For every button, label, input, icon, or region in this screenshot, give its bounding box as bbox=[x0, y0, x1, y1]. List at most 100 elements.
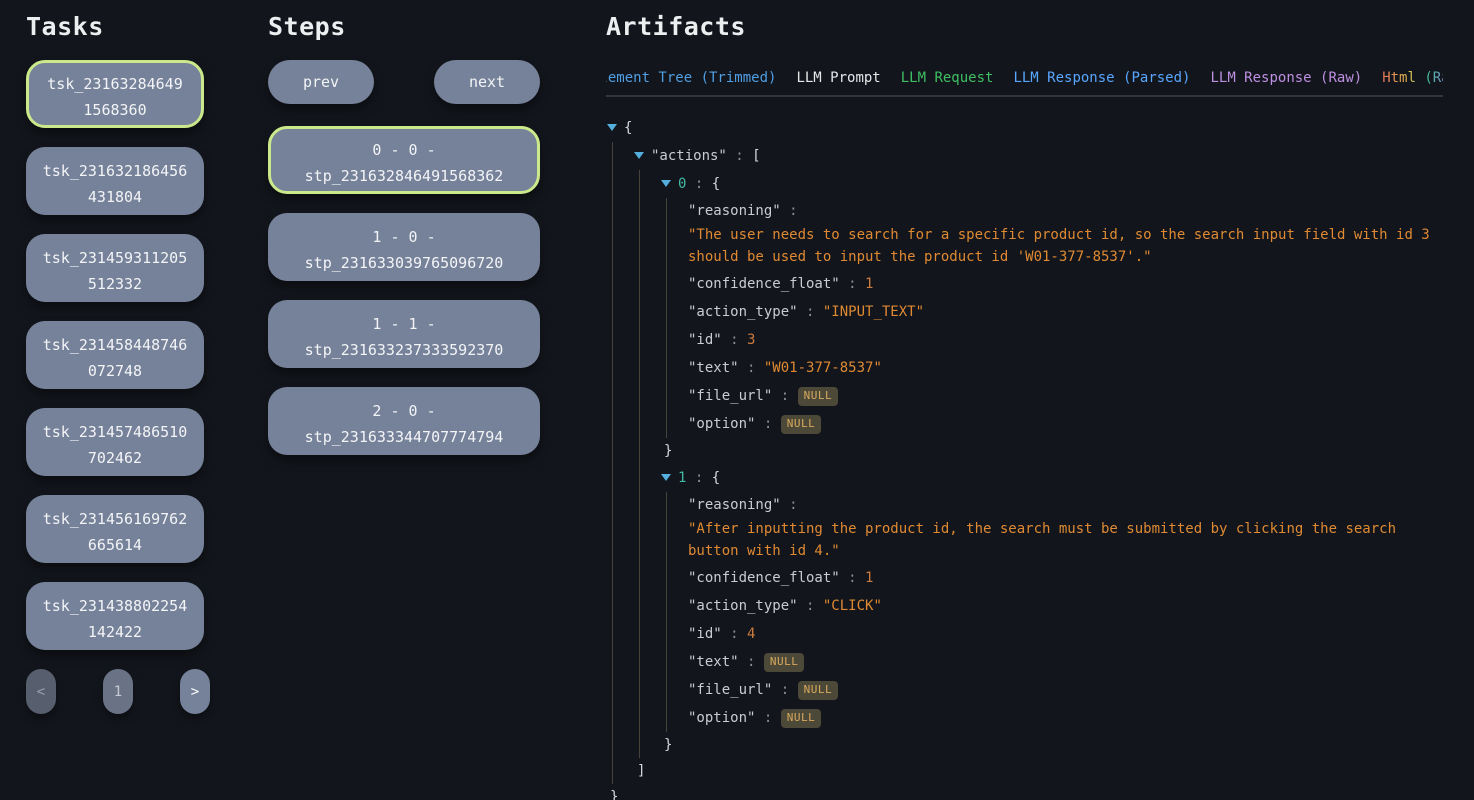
indent-guide bbox=[666, 518, 667, 564]
tasks-next-page-button[interactable]: > bbox=[180, 669, 210, 714]
indent-guide bbox=[639, 224, 640, 270]
step-button[interactable]: 0 - 0 -stp_231632846491568362 bbox=[268, 126, 540, 194]
json-colon: : bbox=[727, 148, 752, 164]
json-null-badge: NULL bbox=[798, 387, 839, 406]
task-id-line: 1568360 bbox=[29, 97, 201, 123]
step-id-line: 1 - 0 - bbox=[271, 224, 537, 250]
indent-guide bbox=[612, 464, 613, 492]
step-button[interactable]: 2 - 0 -stp_231633344707774794 bbox=[268, 387, 540, 455]
task-id-line: 142422 bbox=[29, 619, 201, 645]
task-id-line: tsk_231632186456 bbox=[29, 158, 201, 184]
indent-guide bbox=[612, 438, 613, 464]
json-colon: : bbox=[686, 176, 711, 192]
indent-guide bbox=[612, 676, 613, 704]
task-id-line: 431804 bbox=[29, 184, 201, 210]
json-row: "After inputting the product id, the sea… bbox=[606, 518, 1438, 564]
steps-prev-button[interactable]: prev bbox=[268, 60, 374, 104]
json-brace: } bbox=[664, 443, 672, 459]
json-row: "text" : "W01-377-8537" bbox=[606, 354, 1443, 382]
json-value-number: 1 bbox=[865, 570, 873, 586]
indent-guide bbox=[666, 382, 667, 410]
step-id-line: 1 - 1 - bbox=[271, 311, 537, 337]
task-button[interactable]: tsk_231457486510702462 bbox=[26, 408, 204, 476]
json-row: "actions" : [ bbox=[606, 142, 1443, 170]
step-id-line: 0 - 0 - bbox=[271, 137, 537, 163]
indent-guide bbox=[666, 270, 667, 298]
indent-guide bbox=[639, 704, 640, 732]
step-list: 0 - 0 -stp_2316328464915683621 - 0 -stp_… bbox=[268, 126, 540, 455]
step-button[interactable]: 1 - 0 -stp_231633039765096720 bbox=[268, 213, 540, 281]
indent-guide bbox=[666, 564, 667, 592]
json-row: "reasoning" : bbox=[606, 198, 1443, 224]
tab-llm-request[interactable]: LLM Request bbox=[901, 70, 994, 86]
step-id-line: stp_231633237333592370 bbox=[271, 337, 537, 363]
indent-guide bbox=[612, 410, 613, 438]
indent-guide bbox=[612, 224, 613, 270]
json-brace: ] bbox=[637, 763, 645, 779]
step-id-line: stp_231632846491568362 bbox=[271, 163, 537, 189]
json-key: "file_url" bbox=[688, 682, 772, 698]
task-id-line: 665614 bbox=[29, 532, 201, 558]
collapse-arrow-icon[interactable] bbox=[661, 474, 671, 481]
json-key: "action_type" bbox=[688, 598, 798, 614]
tasks-page-1-button[interactable]: 1 bbox=[103, 669, 133, 714]
json-row: "The user needs to search for a specific… bbox=[606, 224, 1438, 270]
tasks-prev-page-button[interactable]: < bbox=[26, 669, 56, 714]
json-colon: : bbox=[739, 360, 764, 376]
tab-llm-response-raw[interactable]: LLM Response (Raw) bbox=[1210, 70, 1362, 86]
json-row: "file_url" : NULL bbox=[606, 382, 1443, 410]
json-colon: : bbox=[781, 203, 798, 219]
json-value-number: 3 bbox=[747, 332, 755, 348]
task-button[interactable]: tsk_231458448746072748 bbox=[26, 321, 204, 389]
json-colon: : bbox=[722, 332, 747, 348]
task-button[interactable]: tsk_231438802254142422 bbox=[26, 582, 204, 650]
indent-guide bbox=[639, 732, 640, 758]
steps-next-button[interactable]: next bbox=[434, 60, 540, 104]
step-button[interactable]: 1 - 1 -stp_231633237333592370 bbox=[268, 300, 540, 368]
task-id-line: tsk_231456169762 bbox=[29, 506, 201, 532]
indent-guide bbox=[612, 732, 613, 758]
json-key: "option" bbox=[688, 416, 755, 432]
collapse-arrow-icon[interactable] bbox=[661, 180, 671, 187]
indent-guide bbox=[666, 648, 667, 676]
tab-element-tree-trimmed[interactable]: Element Tree (Trimmed) bbox=[606, 70, 776, 86]
json-null-badge: NULL bbox=[798, 681, 839, 700]
json-tree-viewer: {"actions" : [0 : {"reasoning" :"The use… bbox=[606, 114, 1443, 800]
indent-guide bbox=[612, 492, 613, 518]
steps-panel: Steps prev next 0 - 0 -stp_2316328464915… bbox=[268, 12, 540, 474]
indent-guide bbox=[666, 224, 667, 270]
app: { "tasks_panel": { "title": "Tasks", "ta… bbox=[0, 0, 1474, 800]
indent-guide bbox=[639, 410, 640, 438]
json-value-string: "CLICK" bbox=[823, 598, 882, 614]
json-row: "confidence_float" : 1 bbox=[606, 564, 1443, 592]
tab-html-raw[interactable]: Html (Raw) bbox=[1382, 70, 1443, 86]
indent-guide bbox=[639, 354, 640, 382]
indent-guide bbox=[639, 298, 640, 326]
task-list: tsk_231632846491568360 tsk_23163218645643… bbox=[26, 60, 204, 650]
tab-llm-prompt[interactable]: LLM Prompt bbox=[796, 70, 880, 86]
collapse-arrow-icon[interactable] bbox=[634, 152, 644, 159]
json-row: { bbox=[606, 114, 1443, 142]
json-key: "id" bbox=[688, 626, 722, 642]
task-id-line: 512332 bbox=[29, 271, 201, 297]
task-button[interactable]: tsk_231456169762665614 bbox=[26, 495, 204, 563]
task-button[interactable]: tsk_231632846491568360 bbox=[26, 60, 204, 128]
json-row: "action_type" : "INPUT_TEXT" bbox=[606, 298, 1443, 326]
collapse-arrow-icon[interactable] bbox=[607, 124, 617, 131]
json-colon: : bbox=[722, 626, 747, 642]
json-row: "file_url" : NULL bbox=[606, 676, 1443, 704]
json-row: "option" : NULL bbox=[606, 704, 1443, 732]
task-id-line: tsk_231457486510 bbox=[29, 419, 201, 445]
json-key: "actions" bbox=[651, 148, 727, 164]
json-row: ] bbox=[606, 758, 1443, 784]
tab-llm-response-parsed[interactable]: LLM Response (Parsed) bbox=[1013, 70, 1190, 86]
json-value-string: "After inputting the product id, the sea… bbox=[688, 518, 1433, 562]
task-button[interactable]: tsk_231632186456431804 bbox=[26, 147, 204, 215]
indent-guide bbox=[612, 298, 613, 326]
indent-guide bbox=[639, 270, 640, 298]
task-button[interactable]: tsk_231459311205512332 bbox=[26, 234, 204, 302]
json-key: "reasoning" bbox=[688, 497, 781, 513]
json-key: "text" bbox=[688, 360, 739, 376]
indent-guide bbox=[666, 198, 667, 224]
json-row: } bbox=[606, 784, 1443, 800]
